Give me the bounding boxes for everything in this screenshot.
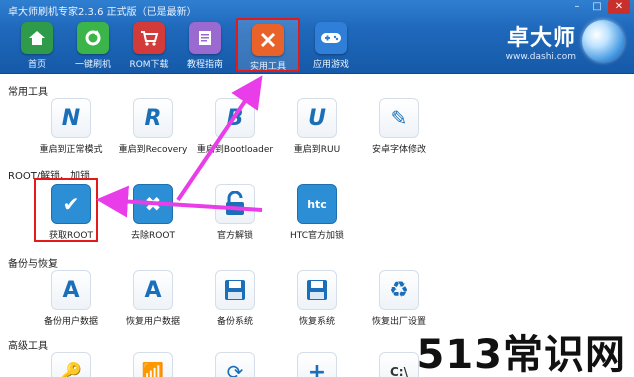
brand: 卓大师 www.dashi.com [506,20,624,62]
restore-app-icon: A [133,270,173,310]
tool-label: 重启到正常模式 [39,145,103,155]
reboot-recovery-button[interactable]: R 重启到Recovery [112,98,194,155]
save-icon [297,270,337,310]
medkit-icon: + [297,352,337,377]
tool-label: 恢复用户数据 [125,317,180,327]
tab-rom-download[interactable]: ROM下载 [124,18,174,72]
gamepad-icon [315,22,347,54]
tab-label: 首页 [27,60,46,70]
brand-url: www.dashi.com [505,52,576,62]
brand-logo [582,20,624,62]
tab-label: 一键刷机 [74,60,111,70]
reboot-ruu-icon: U [297,98,337,138]
backup-app-icon: A [51,270,91,310]
tab-home[interactable]: 首页 [12,18,62,72]
save-icon [215,270,255,310]
advanced-tools-row: 🔑 📶 ⟳ + C:\ [30,352,440,377]
refresh-icon [77,22,109,54]
tools-icon [252,24,284,56]
advanced-tool-3[interactable]: ⟳ [194,352,276,377]
common-tools-row: N 重启到正常模式 R 重启到Recovery B 重启到Bootloader … [30,98,440,155]
window-controls: – □ ✕ [568,0,630,14]
tool-label: 安卓字体修改 [371,145,426,155]
tool-label: 重启到Bootloader [196,145,274,155]
backup-system-button[interactable]: 备份系统 [194,270,276,327]
official-unlock-button[interactable]: 官方解锁 [194,184,276,241]
remove-root-button[interactable]: ✖ 去除ROOT [112,184,194,241]
reboot-bootloader-icon: B [215,98,255,138]
cart-icon [133,22,165,54]
minimize-button[interactable]: – [568,0,586,14]
watermark: 513常识网 [416,332,626,377]
htc-icon: htc [297,184,337,224]
recycle-icon: ♻ [379,270,419,310]
htc-relock-button[interactable]: htc HTC官方加锁 [276,184,358,241]
tab-apps-games[interactable]: 应用游戏 [306,18,356,72]
tool-label: HTC官方加锁 [289,231,345,241]
tool-label: 恢复系统 [298,317,335,327]
tab-label: 教程指南 [186,60,223,70]
reboot-recovery-icon: R [133,98,173,138]
font-modify-button[interactable]: ✎ 安卓字体修改 [358,98,440,155]
tab-one-click-flash[interactable]: 一键刷机 [68,18,118,72]
font-edit-icon: ✎ [379,98,419,138]
reboot-ruu-button[interactable]: U 重启到RUU [276,98,358,155]
home-icon [21,22,53,54]
tool-label: 备份用户数据 [43,317,98,327]
tab-tutorials[interactable]: 教程指南 [180,18,230,72]
close-button[interactable]: ✕ [608,0,630,14]
reboot-bootloader-button[interactable]: B 重启到Bootloader [194,98,276,155]
tool-label: 重启到Recovery [118,145,188,155]
section-title-advanced: 高级工具 [8,341,48,352]
advanced-tool-4[interactable]: + [276,352,358,377]
reboot-normal-icon: N [51,98,91,138]
backup-user-data-button[interactable]: A 备份用户数据 [30,270,112,327]
advanced-tool-1[interactable]: 🔑 [30,352,112,377]
tool-label: 备份系统 [216,317,253,327]
restore-system-button[interactable]: 恢复系统 [276,270,358,327]
backup-tools-row: A 备份用户数据 A 恢复用户数据 备份系统 恢复系统 ♻ 恢复出厂设置 [30,270,440,327]
signal-icon: 📶 [133,352,173,377]
main-toolbar: 首页 一键刷机 ROM下载 教程指南 实用工具 应用游戏 [12,18,356,72]
tool-label: 去除ROOT [131,231,175,241]
factory-reset-button[interactable]: ♻ 恢复出厂设置 [358,270,440,327]
section-title-common: 常用工具 [8,87,48,98]
terminal-icon: C:\ [379,352,419,377]
book-icon [189,22,221,54]
section-title-backup: 备份与恢复 [8,259,58,270]
title-bar: 卓大师刷机专家2.3.6 正式版（已是最新） – □ ✕ 首页 一键刷机 ROM… [0,0,634,74]
app-title: 卓大师刷机专家2.3.6 正式版（已是最新） [8,7,197,18]
brand-name: 卓大师 [506,26,576,51]
maximize-button[interactable]: □ [588,0,606,14]
get-root-highlight [34,178,98,242]
advanced-tool-2[interactable]: 📶 [112,352,194,377]
restore-user-data-button[interactable]: A 恢复用户数据 [112,270,194,327]
unlock-icon [215,184,255,224]
key-icon: 🔑 [51,352,91,377]
tool-label: 重启到RUU [293,145,341,155]
sync-icon: ⟳ [215,352,255,377]
reboot-normal-button[interactable]: N 重启到正常模式 [30,98,112,155]
tab-label: 应用游戏 [312,60,349,70]
tool-label: 官方解锁 [216,231,253,241]
tab-label: ROM下载 [129,60,169,70]
android-remove-icon: ✖ [133,184,173,224]
tab-label: 实用工具 [249,62,286,72]
tab-utilities[interactable]: 实用工具 [236,18,300,72]
